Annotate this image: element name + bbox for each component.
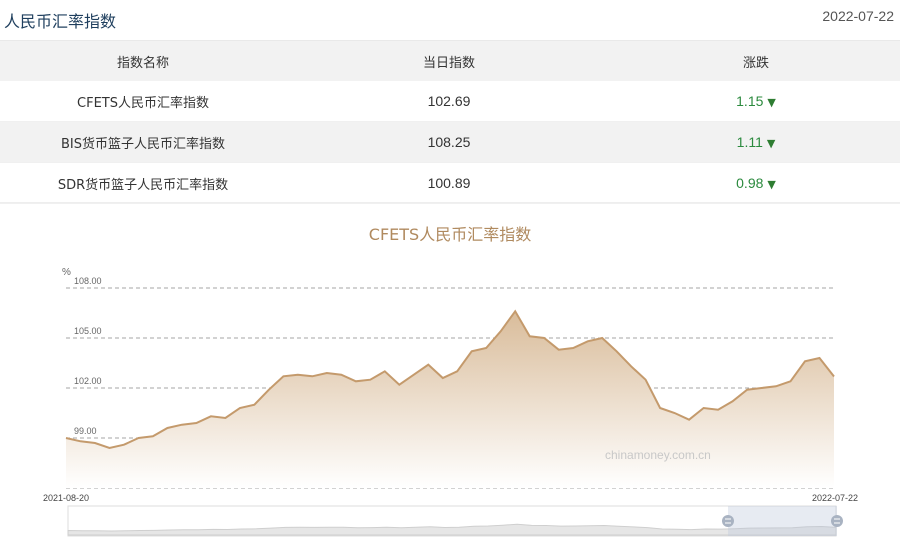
navigator-selection[interactable] (728, 506, 837, 536)
index-change-cell: 0.98 ▼ (612, 163, 900, 204)
down-arrow-icon: ▼ (767, 177, 776, 191)
x-axis-start-label: 2021-08-20 (43, 493, 89, 503)
index-change-cell: 1.11 ▼ (612, 121, 900, 163)
y-axis-unit: % (62, 267, 71, 278)
index-value-cell: 100.89 (427, 175, 471, 191)
column-header-value: 当日指数 (286, 41, 612, 81)
y-tick-label: 99.00 (74, 426, 97, 436)
y-tick-label: 102.00 (74, 376, 102, 386)
change-value: 0.98 (736, 174, 764, 191)
watermark: chinamoney.com.cn (605, 448, 711, 462)
column-header-change: 涨跌 (612, 41, 900, 81)
y-tick-label: 108.00 (74, 276, 102, 286)
x-axis-end-label: 2022-07-22 (812, 493, 858, 503)
column-header-name: 指数名称 (0, 41, 286, 81)
table-header-row: 指数名称 当日指数 涨跌 (0, 41, 900, 81)
index-name-cell: SDR货币篮子人民币汇率指数 (57, 177, 229, 193)
y-tick-label: 105.00 (74, 326, 102, 336)
index-name-cell: BIS货币篮子人民币汇率指数 (0, 121, 286, 163)
navigator-left-handle[interactable] (722, 515, 734, 527)
index-value-cell: 108.25 (286, 121, 612, 163)
cfets-chart: CFETS人民币汇率指数 % 108.00105.00102.0099.0096… (43, 225, 858, 537)
change-value: 1.11 (736, 133, 763, 150)
index-value-cell: 102.69 (427, 93, 471, 109)
index-change-cell: 1.15 ▼ (612, 81, 900, 122)
down-arrow-icon: ▼ (767, 95, 776, 109)
table-row: BIS货币篮子人民币汇率指数 108.25 1.11 ▼ (0, 121, 900, 163)
change-value: 1.15 (736, 92, 764, 109)
table-row: CFETS人民币汇率指数 102.69 1.15 ▼ (0, 81, 900, 122)
header-date: 2022-07-22 (822, 8, 894, 24)
down-arrow-icon: ▼ (766, 136, 776, 150)
page-header: 人民币汇率指数 2022-07-22 (0, 0, 900, 41)
zoom-navigator[interactable] (67, 505, 843, 537)
page-title: 人民币汇率指数 (4, 12, 117, 31)
index-table: 指数名称 当日指数 涨跌 CFETS人民币汇率指数 102.69 1.15 ▼ B… (0, 41, 900, 204)
index-name-cell: CFETS人民币汇率指数 (77, 95, 209, 111)
chart-title: CFETS人民币汇率指数 (369, 225, 531, 244)
navigator-right-handle[interactable] (831, 515, 843, 527)
table-row: SDR货币篮子人民币汇率指数 100.89 0.98 ▼ (0, 163, 900, 204)
